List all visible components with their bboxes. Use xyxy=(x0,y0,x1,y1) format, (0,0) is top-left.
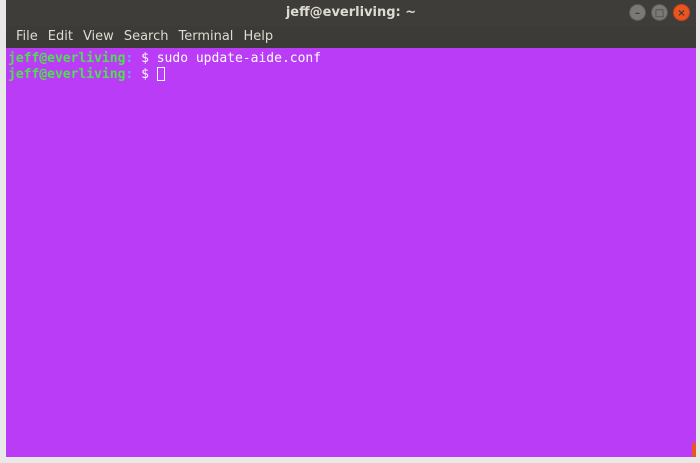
text-cursor xyxy=(156,67,165,81)
terminal-line: jeff@everliving: $ xyxy=(8,67,694,83)
menu-edit[interactable]: Edit xyxy=(43,26,78,48)
window-title: jeff@everliving: ~ xyxy=(285,5,417,20)
command-text: sudo update-aide.conf xyxy=(156,51,322,66)
close-button[interactable]: × xyxy=(673,4,690,21)
title-bar[interactable]: jeff@everliving: ~ – □ × xyxy=(6,0,696,26)
prompt-user-host: jeff@everliving xyxy=(8,67,126,82)
prompt-path xyxy=(133,67,141,82)
terminal-line: jeff@everliving: $ sudo update-aide.conf xyxy=(8,51,694,67)
minimize-button[interactable]: – xyxy=(629,4,646,21)
prompt-path xyxy=(133,51,141,66)
menu-bar: File Edit View Search Terminal Help xyxy=(6,26,696,48)
prompt-symbol: $ xyxy=(141,51,157,66)
menu-view[interactable]: View xyxy=(78,26,119,48)
prompt-symbol: $ xyxy=(141,67,157,82)
menu-file[interactable]: File xyxy=(11,26,43,48)
terminal-window: jeff@everliving: ~ – □ × File Edit View … xyxy=(0,0,700,463)
resize-grip[interactable] xyxy=(692,443,696,457)
prompt-user-host: jeff@everliving xyxy=(8,51,126,66)
maximize-button[interactable]: □ xyxy=(651,4,668,21)
menu-terminal[interactable]: Terminal xyxy=(173,26,238,48)
window-controls: – □ × xyxy=(629,4,690,22)
terminal-output-area[interactable]: jeff@everliving: $ sudo update-aide.conf… xyxy=(6,48,696,457)
menu-search[interactable]: Search xyxy=(119,26,174,48)
menu-help[interactable]: Help xyxy=(238,26,278,48)
